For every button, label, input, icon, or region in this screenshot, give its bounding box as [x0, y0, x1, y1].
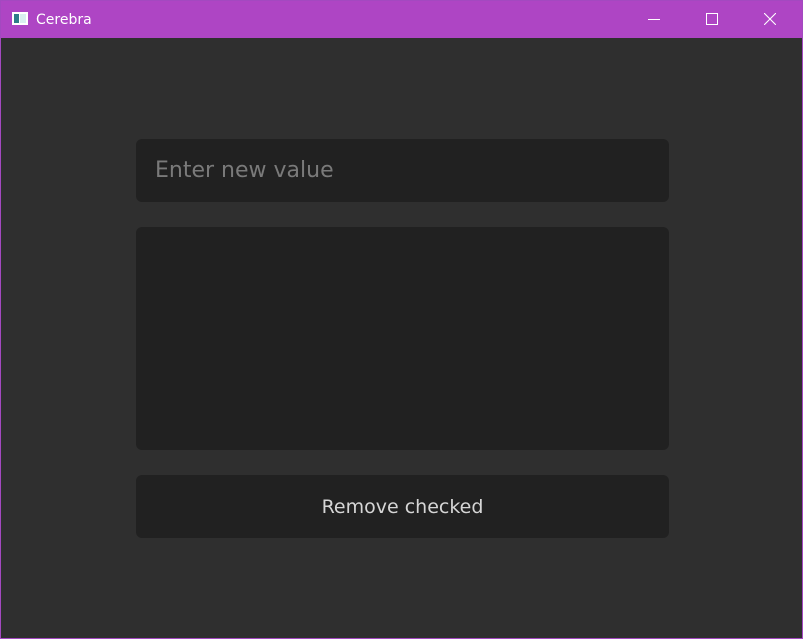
remove-checked-label: Remove checked [321, 495, 484, 518]
maximize-button[interactable] [689, 1, 735, 38]
maximize-icon [706, 13, 718, 25]
app-window-icon [12, 12, 28, 25]
new-value-input[interactable] [136, 139, 669, 202]
close-icon [764, 13, 776, 25]
minimize-button[interactable] [631, 1, 677, 38]
app-window: Cerebra Remove checked [0, 0, 803, 639]
main-content: Remove checked [1, 38, 802, 638]
checklist[interactable] [136, 227, 669, 450]
title-bar[interactable]: Cerebra [1, 1, 802, 38]
close-button[interactable] [747, 1, 793, 38]
minimize-icon [648, 19, 660, 20]
remove-checked-button[interactable]: Remove checked [136, 475, 669, 538]
window-title: Cerebra [36, 12, 92, 28]
